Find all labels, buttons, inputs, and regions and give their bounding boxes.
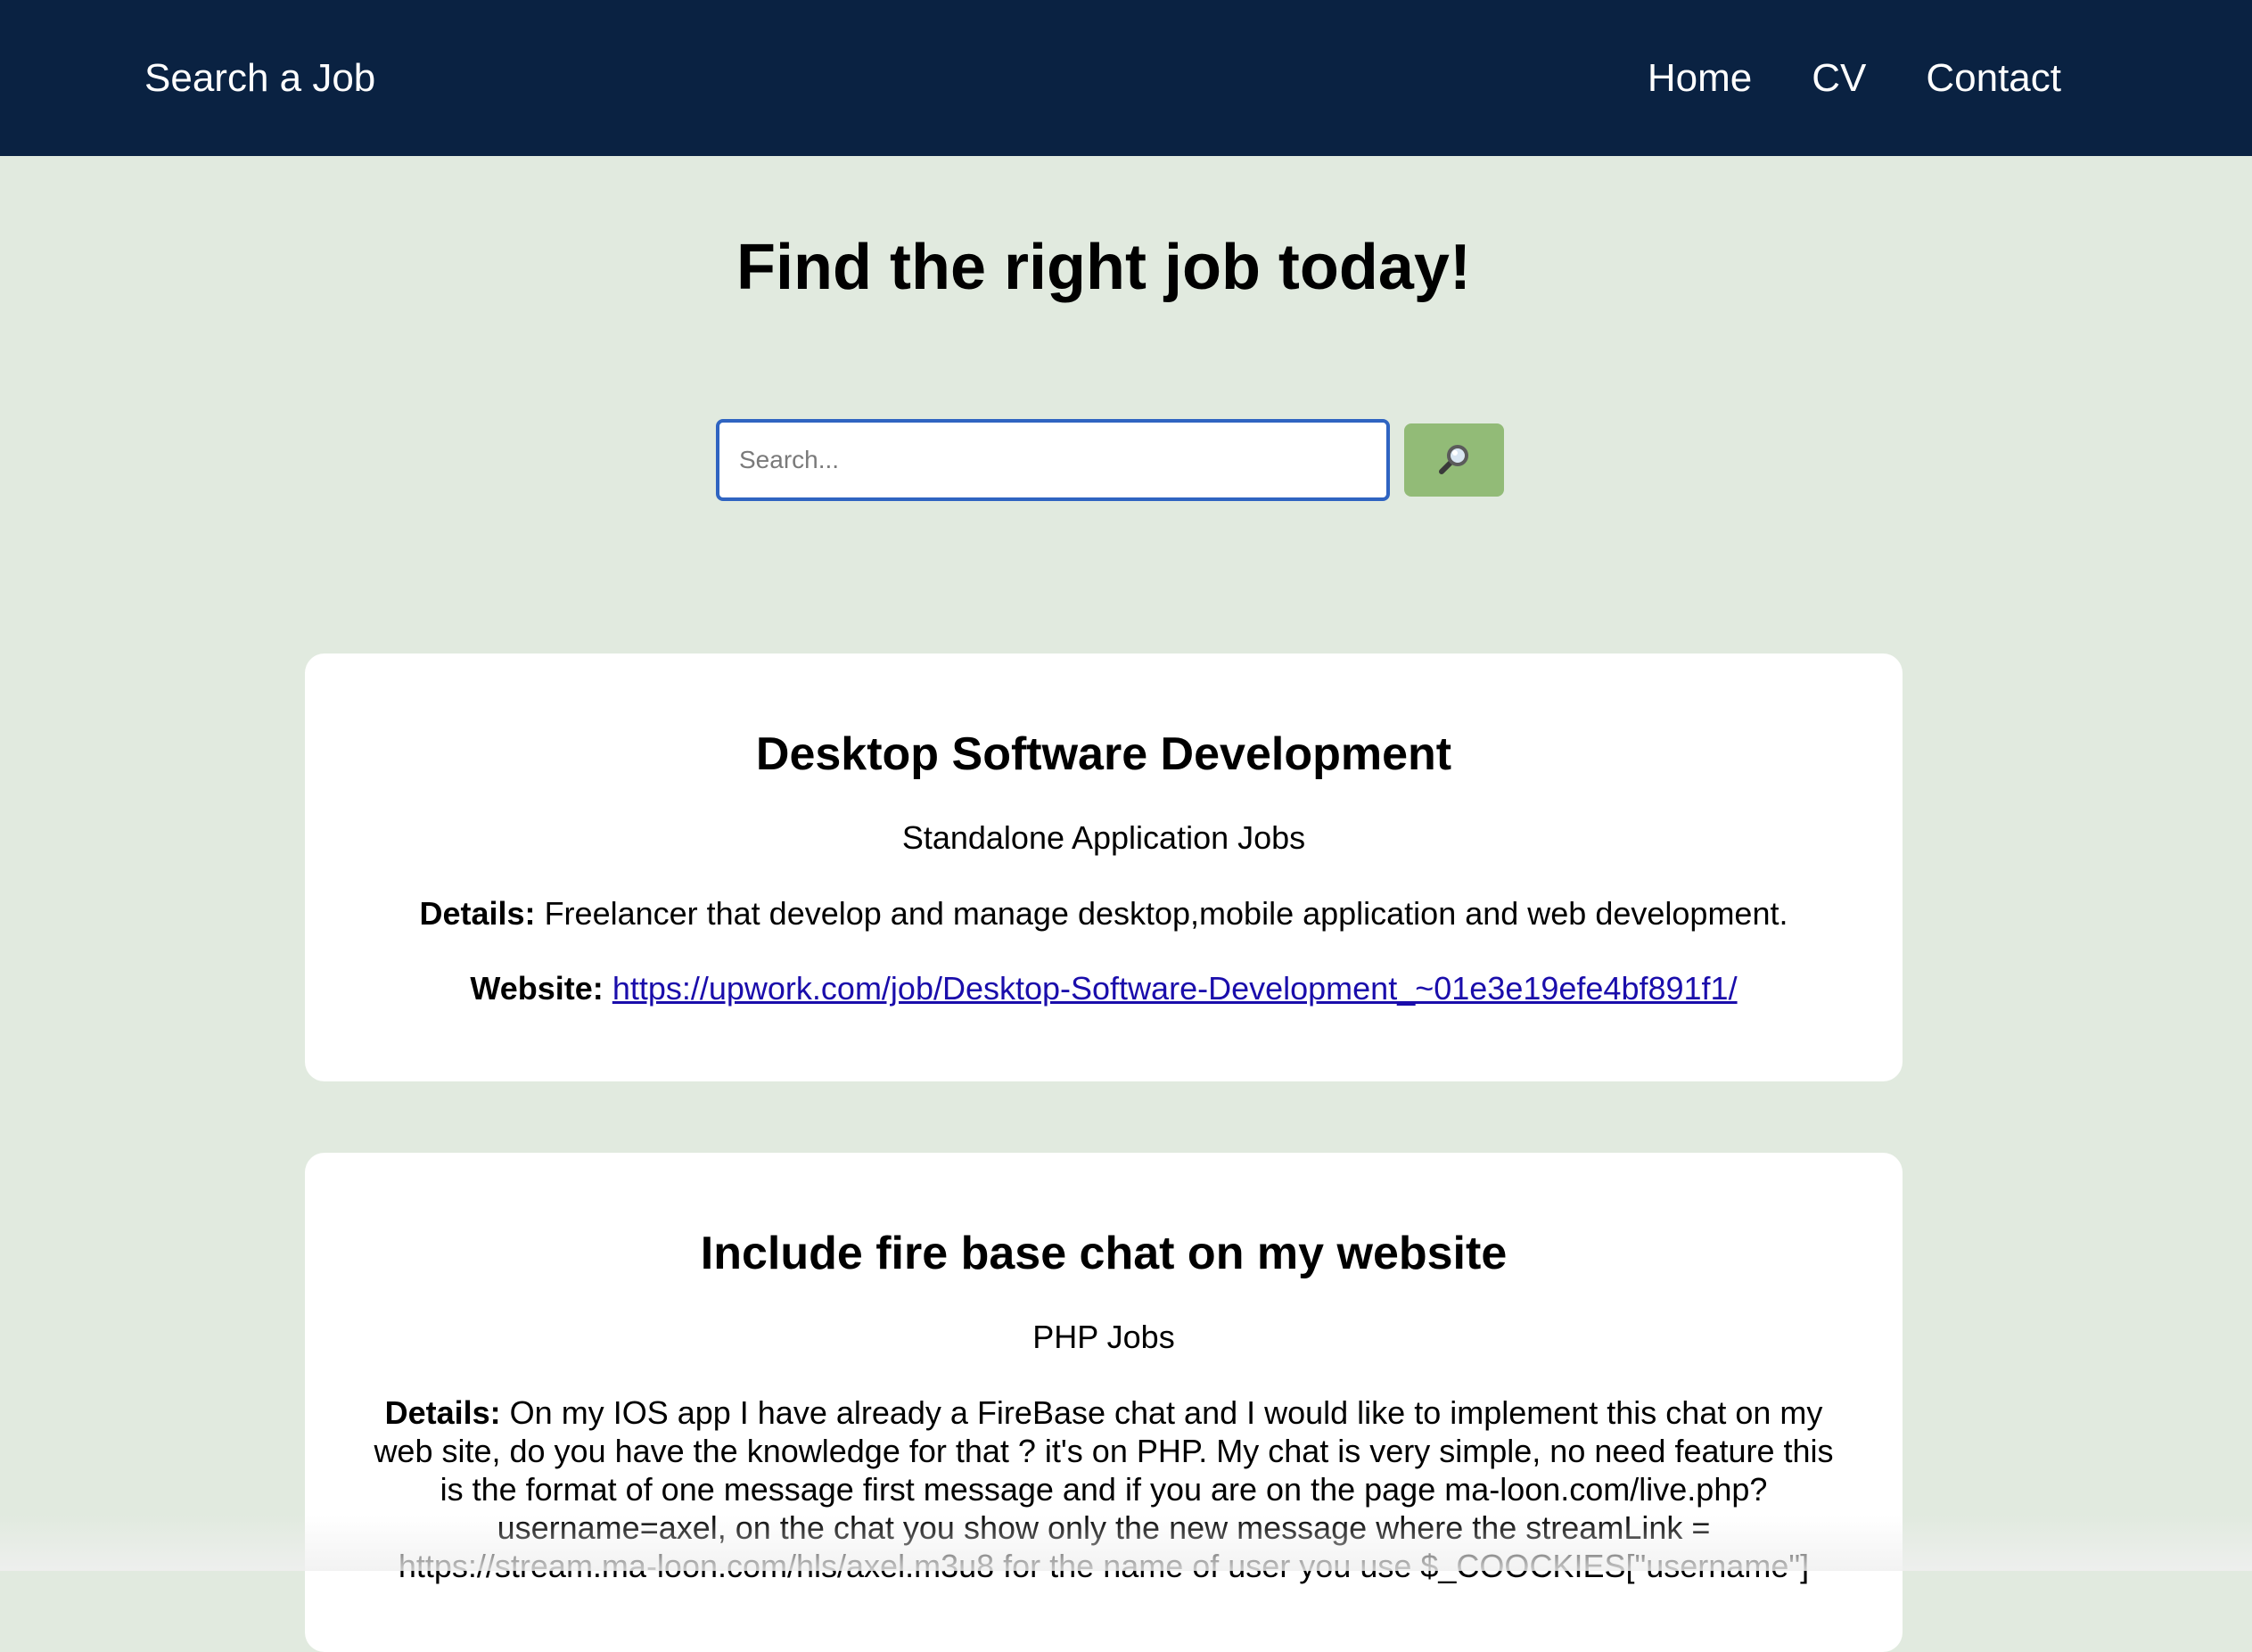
job-card: Desktop Software Development Standalone … bbox=[305, 653, 1903, 1081]
details-label: Details: bbox=[384, 1394, 501, 1431]
details-text: On my IOS app I have already a FireBase … bbox=[374, 1394, 1834, 1584]
details-text: Freelancer that develop and manage deskt… bbox=[544, 895, 1788, 932]
search-button[interactable] bbox=[1404, 423, 1504, 497]
nav-links: Home CV Contact bbox=[1648, 52, 2061, 105]
job-title: Desktop Software Development bbox=[755, 728, 1452, 780]
website-link[interactable]: https://upwork.com/job/Desktop-Software-… bbox=[612, 970, 1738, 1007]
search-bar bbox=[716, 419, 1504, 501]
brand-link[interactable]: Search a Job bbox=[144, 52, 375, 105]
magnifier-icon bbox=[1434, 440, 1474, 481]
job-details: Details: On my IOS app I have already a … bbox=[367, 1393, 1840, 1585]
nav-contact-link[interactable]: Contact bbox=[1926, 52, 2061, 105]
job-website: Website: https://upwork.com/job/Desktop-… bbox=[367, 968, 1840, 1009]
details-label: Details: bbox=[419, 895, 536, 932]
job-category: PHP Jobs bbox=[1032, 1319, 1175, 1355]
job-details: Details: Freelancer that develop and man… bbox=[367, 894, 1840, 933]
nav-cv-link[interactable]: CV bbox=[1812, 52, 1866, 105]
search-input[interactable] bbox=[716, 419, 1390, 501]
website-label: Website: bbox=[470, 970, 604, 1007]
page-title: Find the right job today! bbox=[736, 232, 1471, 303]
job-category: Standalone Application Jobs bbox=[901, 819, 1306, 856]
navbar: Search a Job Home CV Contact bbox=[0, 0, 2252, 156]
job-title: Include fire base chat on my website bbox=[700, 1228, 1508, 1279]
nav-home-link[interactable]: Home bbox=[1648, 52, 1752, 105]
job-card: Include fire base chat on my website PHP… bbox=[305, 1153, 1903, 1652]
